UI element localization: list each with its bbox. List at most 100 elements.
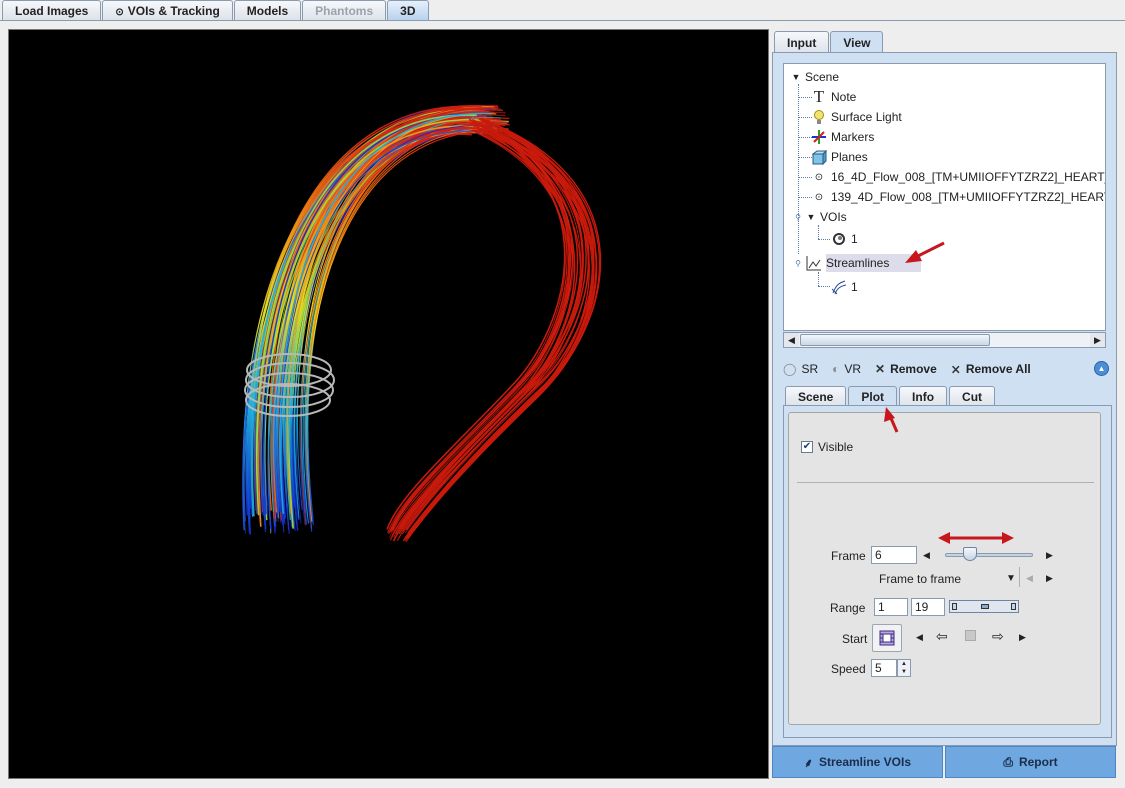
tab-label: Models xyxy=(246,4,289,18)
tab-phantoms[interactable]: Phantoms xyxy=(302,0,387,20)
scene-tree[interactable]: ▼ Scene T Note Surface Light Markers Pla… xyxy=(783,63,1106,331)
streamline xyxy=(297,109,503,511)
range-start-input[interactable]: 1 xyxy=(874,598,908,616)
mode-prev-icon[interactable]: ◀ xyxy=(1026,573,1033,584)
tree-node-markers[interactable]: Markers xyxy=(810,128,874,146)
frame-label: Frame xyxy=(831,549,866,563)
frame-prev-icon[interactable]: ◀ xyxy=(923,550,930,561)
close-icon: ✕ xyxy=(875,362,886,376)
tree-node-planes[interactable]: Planes xyxy=(810,148,868,166)
text-icon: T xyxy=(813,87,825,106)
tab-view[interactable]: View xyxy=(830,31,884,53)
tree-node-scene[interactable]: ▼ Scene xyxy=(790,68,840,86)
sr-button[interactable]: ◯ SR xyxy=(783,362,818,376)
vr-button[interactable]: ◐ VR xyxy=(832,362,861,376)
scroll-right-icon[interactable]: ▶ xyxy=(1090,333,1105,347)
playback-mode-select[interactable]: Frame to frame xyxy=(879,572,961,586)
range-end-input[interactable]: 19 xyxy=(911,598,945,616)
tree-node-voi-1[interactable]: 1 xyxy=(830,230,858,248)
spinner-down-icon[interactable]: ▼ xyxy=(898,668,910,676)
tree-node-note[interactable]: T Note xyxy=(810,87,857,106)
streamline xyxy=(296,109,503,511)
node-label: Surface Light xyxy=(831,110,902,124)
tab-load-images[interactable]: Load Images xyxy=(2,0,102,20)
printer-icon: ⎙ xyxy=(1003,754,1013,769)
tree-node-streamlines[interactable]: ⚲ Streamlines xyxy=(794,254,922,272)
tree-node-streamline-1[interactable]: 1 xyxy=(830,278,858,296)
tab-plot[interactable]: Plot xyxy=(848,386,898,406)
scrollbar-thumb[interactable] xyxy=(800,334,990,346)
tab-label: VOIs & Tracking xyxy=(127,4,220,18)
properties-tabbar: Scene Plot Info Cut xyxy=(785,386,997,406)
film-icon xyxy=(879,630,895,646)
report-button[interactable]: ⎙ Report xyxy=(945,746,1116,778)
node-label: 16_4D_Flow_008_[TM+UMIIOFFYTZRZ2]_HEART_ xyxy=(831,170,1106,184)
tree-node-series-139[interactable]: ⊙ 139_4D_Flow_008_[TM+UMIIOFFYTZRZ2]_HEA… xyxy=(810,188,1105,206)
streamline-vois-button[interactable]: ⸙ Streamline VOIs xyxy=(772,746,943,778)
tree-node-series-16[interactable]: ⊙ 16_4D_Flow_008_[TM+UMIIOFFYTZRZ2]_HEAR… xyxy=(810,168,1106,186)
checkbox-label: Visible xyxy=(818,440,854,454)
streamline-set-icon xyxy=(830,279,848,295)
spinner-up-icon[interactable]: ▲ xyxy=(898,660,910,668)
streamline-rendering xyxy=(242,105,602,543)
voi-icon xyxy=(830,231,848,247)
step-back-icon[interactable]: ◀ xyxy=(916,632,923,643)
start-label: Start xyxy=(842,632,868,646)
plot-tab-body: ✔ Visible Frame 6 ◀ ▶ Frame to frame ▼ ◀… xyxy=(783,405,1112,738)
view-panel: ▼ Scene T Note Surface Light Markers Pla… xyxy=(772,52,1117,746)
expand-icon[interactable]: ▼ xyxy=(790,69,802,85)
mode-next-icon[interactable]: ▶ xyxy=(1046,573,1053,584)
node-label: Markers xyxy=(831,130,875,144)
3d-viewport[interactable] xyxy=(8,29,769,779)
remove-button[interactable]: ✕ Remove xyxy=(875,362,937,376)
range-max-handle[interactable] xyxy=(1011,603,1016,610)
tree-connector xyxy=(818,272,819,286)
target-icon: ⊙ xyxy=(814,191,824,203)
scroll-left-icon[interactable]: ◀ xyxy=(784,333,799,347)
streamline xyxy=(389,127,569,538)
tab-models[interactable]: Models xyxy=(233,0,302,20)
frame-input[interactable]: 6 xyxy=(871,546,917,564)
axes-marker-icon xyxy=(810,129,828,145)
range-slider[interactable] xyxy=(949,600,1019,613)
step-forward-icon[interactable]: ▶ xyxy=(1019,632,1026,643)
frame-slider[interactable] xyxy=(945,553,1033,557)
remove-all-button[interactable]: ⨯ Remove All xyxy=(951,362,1031,376)
tree-handle-icon[interactable]: ⚲ xyxy=(794,255,802,271)
collapse-up-icon[interactable]: ▲ xyxy=(1094,361,1109,376)
plot-panel: ✔ Visible Frame 6 ◀ ▶ Frame to frame ▼ ◀… xyxy=(788,412,1101,725)
streamline xyxy=(390,130,571,541)
tab-vois-tracking[interactable]: ⊙ VOIs & Tracking xyxy=(102,0,233,20)
start-movie-button[interactable] xyxy=(872,624,902,652)
range-min-handle[interactable] xyxy=(952,603,957,610)
range-center-handle[interactable] xyxy=(981,604,989,609)
target-icon: ⊙ xyxy=(814,171,824,183)
node-label: 1 xyxy=(851,232,858,246)
tab-label: 3D xyxy=(400,4,416,18)
chevron-down-icon[interactable]: ▼ xyxy=(1006,573,1016,584)
tree-handle-icon[interactable]: ⚲ xyxy=(794,209,802,225)
expand-icon[interactable]: ▼ xyxy=(805,209,817,225)
speed-spinner[interactable]: ▲ ▼ xyxy=(897,659,911,677)
frame-slider-thumb[interactable] xyxy=(962,547,977,561)
descending-streamline-bundle xyxy=(386,117,602,543)
play-backward-icon[interactable]: ⇦ xyxy=(936,628,948,645)
divider xyxy=(797,482,1094,483)
tab-3d[interactable]: 3D xyxy=(387,0,429,20)
tab-label: Load Images xyxy=(15,4,89,18)
tree-node-surface-light[interactable]: Surface Light xyxy=(810,108,902,126)
right-panel: Input View ▼ Scene T Note Surface Light … xyxy=(772,29,1117,746)
visible-checkbox[interactable]: ✔ Visible xyxy=(801,440,853,454)
checkmark-icon: ✔ xyxy=(801,441,813,453)
streamline xyxy=(387,122,566,533)
play-forward-icon[interactable]: ⇨ xyxy=(992,628,1004,645)
tab-info[interactable]: Info xyxy=(899,386,948,406)
tab-scene[interactable]: Scene xyxy=(785,386,847,406)
tab-cut[interactable]: Cut xyxy=(949,386,996,406)
tree-node-vois[interactable]: ⚲ ▼ VOIs xyxy=(794,208,847,226)
speed-input[interactable]: 5 xyxy=(871,659,897,677)
tab-input[interactable]: Input xyxy=(774,31,830,53)
frame-next-icon[interactable]: ▶ xyxy=(1046,550,1053,561)
stop-icon[interactable] xyxy=(965,630,976,641)
tree-horizontal-scrollbar[interactable]: ◀ ▶ xyxy=(783,332,1106,348)
